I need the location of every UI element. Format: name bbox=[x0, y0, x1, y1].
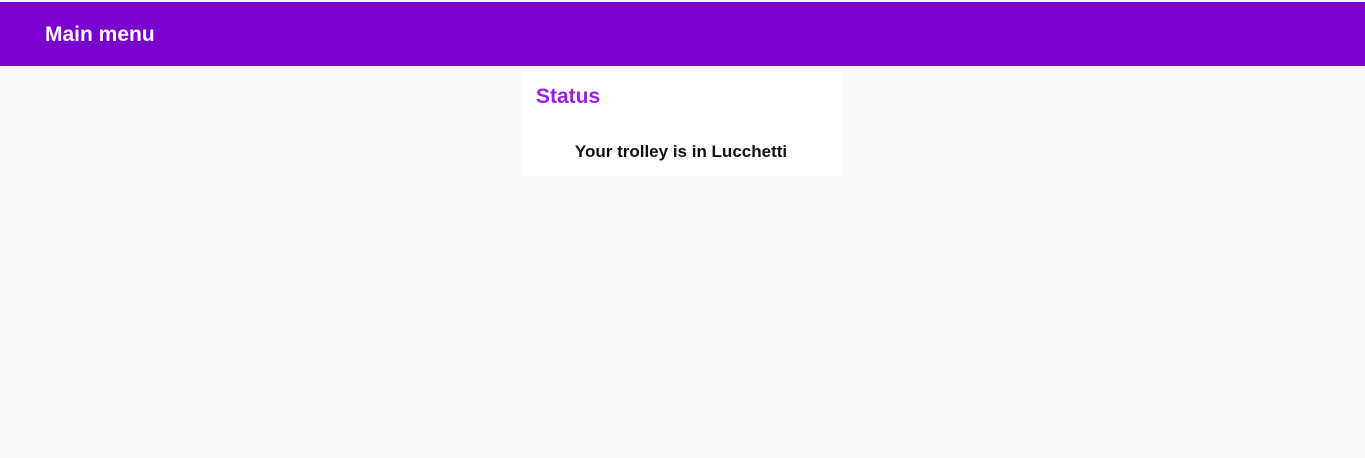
main-menu-title[interactable]: Main menu bbox=[45, 21, 155, 49]
trolley-status-message: Your trolley is in Lucchetti bbox=[574, 142, 788, 161]
status-heading: Status bbox=[536, 85, 601, 108]
top-navigation-bar: Main menu bbox=[0, 2, 1365, 66]
status-card: Status Your trolley is in Lucchetti bbox=[523, 72, 843, 176]
